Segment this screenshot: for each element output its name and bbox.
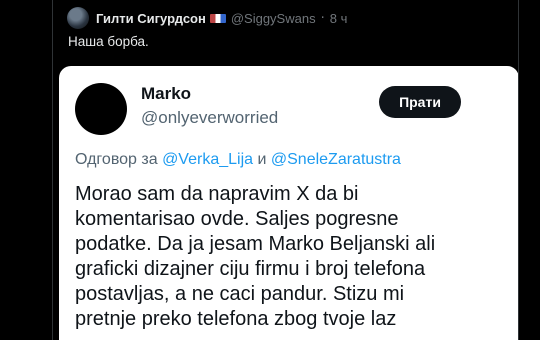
post-header: Гилти Сигурдсон @SiggySwans · 8 ч xyxy=(67,7,347,29)
embed-author-name[interactable]: Marko xyxy=(141,84,191,104)
post-text: Наша борба. xyxy=(68,34,149,49)
mention-link[interactable]: @Verka_Lija xyxy=(162,151,253,168)
post[interactable]: Гилти Сигурдсон @SiggySwans · 8 ч Наша б… xyxy=(52,0,519,340)
separator-dot: · xyxy=(320,10,325,26)
follow-button[interactable]: Прати xyxy=(379,86,461,118)
embed-author-handle[interactable]: @onlyeverworried xyxy=(141,108,278,128)
reply-to-line: Одговор за @Verka_Lija и @SneleZaratustr… xyxy=(75,151,401,169)
embed-avatar[interactable] xyxy=(75,83,127,135)
flag-icon xyxy=(209,13,226,23)
reply-conjunction: и xyxy=(257,151,267,168)
post-timestamp[interactable]: 8 ч xyxy=(330,11,348,26)
body-line: postavljas, a ne caci pandur. Stizu mi xyxy=(75,283,405,305)
body-line: pretnje preko telefona zbog tvoje laz xyxy=(75,308,397,330)
body-line: komentarisao ovde. Saljes pogresne xyxy=(75,208,399,230)
reply-prefix: Одговор за xyxy=(75,151,158,168)
embed-body-text: Morao sam da napravim X da bi komentaris… xyxy=(75,182,515,332)
body-line: podatke. Da ja jesam Marko Beljanski ali xyxy=(75,233,436,255)
author-avatar[interactable] xyxy=(67,7,89,29)
body-line: graficki dizajner ciju firmu i broj tele… xyxy=(75,258,426,280)
embedded-post-card[interactable]: Marko @onlyeverworried Прати Одговор за … xyxy=(59,66,518,340)
author-handle[interactable]: @SiggySwans xyxy=(231,11,316,26)
author-name[interactable]: Гилти Сигурдсон xyxy=(96,11,206,26)
body-line: Morao sam da napravim X da bi xyxy=(75,183,359,205)
mention-link[interactable]: @SneleZaratustra xyxy=(271,151,401,168)
